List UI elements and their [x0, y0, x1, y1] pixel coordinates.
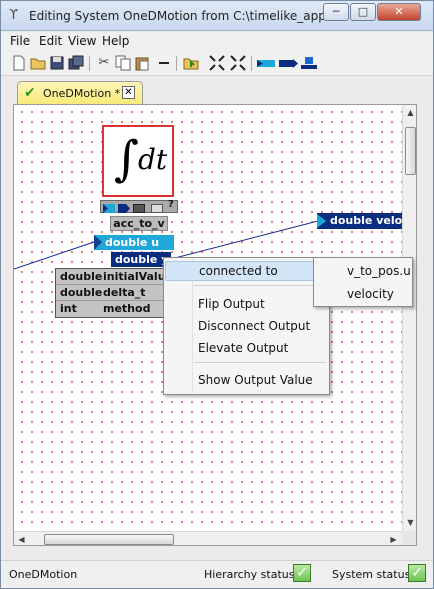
system-status-check-icon: ✓	[408, 564, 426, 582]
tab-strip: ✔ OneDMotion * ✕	[7, 79, 427, 104]
menu-item-label: connected to	[199, 264, 278, 278]
tab-onedmotion[interactable]: ✔ OneDMotion * ✕	[17, 81, 143, 104]
vertical-scrollbar[interactable]: ▲ ▼	[402, 105, 416, 531]
input-port-icon[interactable]	[256, 55, 276, 71]
hierarchy-status-label: Hierarchy status:	[204, 568, 299, 581]
scroll-down-icon[interactable]: ▼	[403, 515, 416, 530]
menu-separator	[194, 285, 326, 286]
incoming-wire	[14, 241, 95, 270]
output-port-double-y[interactable]: double y	[111, 252, 171, 267]
parameter-name: method	[103, 302, 151, 315]
submenu-item-velocity[interactable]: velocity	[315, 284, 411, 305]
check-icon: ✔	[24, 85, 36, 101]
parameter-table: double initialValue double delta_t int m…	[55, 268, 173, 318]
context-menu: connected to ▶ Flip Output Disconnect Ou…	[163, 257, 330, 395]
output-port-icon[interactable]	[118, 202, 130, 213]
menu-bar: File Edit View Help	[1, 32, 433, 51]
system-status-label: System status:	[332, 568, 415, 581]
parameter-row[interactable]: int method	[56, 301, 169, 317]
remote-port-double-velocity[interactable]: double velocity	[317, 213, 407, 229]
tab-close-icon[interactable]: ✕	[122, 86, 135, 99]
comment-icon[interactable]	[151, 202, 163, 213]
integrator-icon[interactable]: ∫ dt	[102, 125, 174, 197]
menu-item-elevate-output[interactable]: Elevate Output	[165, 338, 328, 358]
scroll-right-icon[interactable]: ▶	[386, 532, 401, 545]
copy-icon[interactable]	[115, 55, 131, 71]
save-all-icon[interactable]	[68, 55, 84, 71]
parameter-type: double	[60, 270, 103, 283]
menu-file[interactable]: File	[10, 34, 30, 48]
menu-item-show-output-value[interactable]: Show Output Value	[165, 370, 328, 390]
outgoing-wire	[170, 220, 319, 260]
parameter-row[interactable]: double initialValue	[56, 269, 173, 285]
parameter-row[interactable]: double delta_t	[56, 285, 169, 301]
expand-icon[interactable]	[230, 55, 246, 71]
minimize-button[interactable]: ─	[323, 3, 349, 21]
connect-icon[interactable]	[299, 55, 319, 71]
integral-symbol: ∫	[114, 131, 140, 187]
menu-separator	[194, 362, 326, 363]
elevate-icon[interactable]	[183, 55, 199, 71]
paste-icon[interactable]	[134, 55, 150, 71]
parameter-name: delta_t	[103, 286, 146, 299]
cut-icon[interactable]: ✂	[96, 55, 112, 71]
delete-icon[interactable]	[156, 55, 172, 71]
component-name[interactable]: acc_to_v	[110, 216, 168, 231]
component-toolbar: ?	[100, 199, 178, 213]
toolbar: ✂	[1, 52, 433, 76]
integral-dt-label: dt	[138, 143, 168, 176]
app-icon: ϒ	[9, 8, 19, 23]
menu-edit[interactable]: Edit	[39, 34, 62, 48]
parameter-type: double	[60, 286, 103, 299]
menu-view[interactable]: View	[68, 34, 96, 48]
status-bar: OneDMotion Hierarchy status: ✓ System st…	[1, 560, 433, 588]
toolbar-separator	[176, 56, 177, 71]
editor-window: ϒ Editing System OneDMotion from C:\time…	[0, 0, 434, 589]
close-button[interactable]: ✕	[377, 3, 421, 21]
open-folder-icon[interactable]	[30, 55, 46, 71]
input-port-double-u[interactable]: double u	[94, 235, 174, 250]
input-port-icon[interactable]	[103, 202, 115, 213]
scroll-left-icon[interactable]: ◀	[14, 532, 29, 545]
scroll-corner	[402, 531, 416, 545]
system-name: OneDMotion	[9, 568, 78, 581]
horizontal-scroll-thumb[interactable]	[44, 534, 174, 545]
horizontal-scrollbar[interactable]: ◀ ▶	[14, 531, 402, 545]
tab-label: OneDMotion *	[43, 87, 121, 100]
help-icon[interactable]: ?	[168, 199, 174, 210]
menu-item-disconnect-output[interactable]: Disconnect Output	[165, 316, 328, 336]
toolbar-separator	[89, 56, 90, 71]
vertical-scroll-thumb[interactable]	[405, 127, 416, 175]
save-icon[interactable]	[49, 55, 65, 71]
window-title: Editing System OneDMotion from C:\timeli…	[29, 9, 329, 23]
maximize-button[interactable]: □	[350, 3, 376, 21]
output-port-icon[interactable]	[278, 55, 298, 71]
toolbar-separator	[251, 56, 252, 71]
parameter-type: int	[60, 302, 77, 315]
submenu-item-v-to-pos-u[interactable]: v_to_pos.u	[315, 261, 411, 282]
parameters-icon[interactable]	[133, 202, 145, 213]
menu-item-connected-to[interactable]: connected to ▶	[165, 261, 328, 281]
scroll-up-icon[interactable]: ▲	[403, 105, 416, 120]
hierarchy-status-check-icon: ✓	[293, 564, 311, 582]
connected-to-submenu: v_to_pos.u velocity	[313, 257, 413, 307]
menu-help[interactable]: Help	[102, 34, 129, 48]
title-bar: ϒ Editing System OneDMotion from C:\time…	[1, 1, 433, 31]
menu-item-flip-output[interactable]: Flip Output	[165, 294, 328, 314]
new-file-icon[interactable]	[11, 55, 27, 71]
collapse-icon[interactable]	[209, 55, 225, 71]
